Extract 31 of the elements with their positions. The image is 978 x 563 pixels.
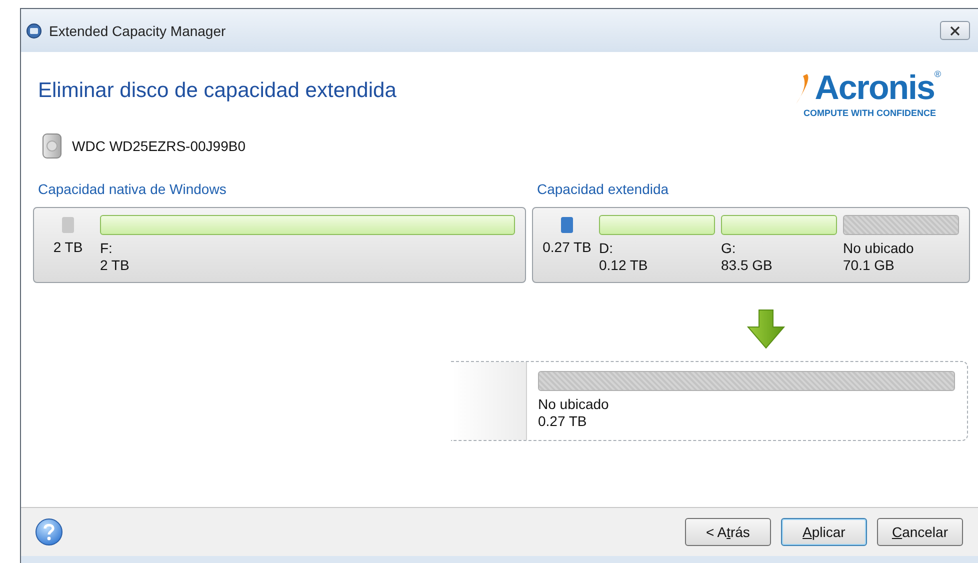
section-title: Capacidad extendida: [537, 181, 670, 197]
partition-size: 0.12 TB: [599, 257, 649, 274]
partition-bar[interactable]: [843, 215, 959, 235]
partition-size: 0.27 TB: [538, 413, 588, 430]
dialog-button[interactable]: Aplicar: [780, 518, 867, 546]
close-button[interactable]: [940, 21, 970, 40]
help-icon[interactable]: [35, 518, 63, 546]
disk-size: 2 TB: [53, 239, 83, 255]
partition-label: No ubicado: [538, 396, 610, 413]
partition-label: F:: [100, 240, 114, 257]
partition-label: No ubicado: [843, 240, 915, 257]
disk-name: WDC WD25EZRS-00J99B0: [72, 138, 246, 154]
page-heading: Eliminar disco de capacidad extendida: [38, 79, 396, 103]
partition-size: 83.5 GB: [721, 257, 774, 274]
partition-bar[interactable]: [538, 371, 955, 391]
partition-bar[interactable]: [599, 215, 715, 235]
dialog-button[interactable]: Cancelar: [876, 518, 963, 546]
partition-label: G:: [721, 240, 737, 257]
partition-label: D:: [599, 240, 614, 257]
partition-size: 70.1 GB: [843, 257, 896, 274]
down-arrow-icon: [746, 309, 786, 349]
partition-size: 2 TB: [100, 257, 130, 274]
dialog-button[interactable]: < Atrás: [684, 518, 771, 546]
partition-bar[interactable]: [100, 215, 515, 235]
section-title: Capacidad nativa de Windows: [38, 181, 228, 197]
partition-bar[interactable]: [721, 215, 837, 235]
logo: Acronis$^{®}$ COMPUTE WITH CONFIDENCE: [792, 54, 940, 118]
app-icon: [26, 22, 42, 38]
window-title: Extended Capacity Manager: [49, 22, 227, 38]
disk-size: 0.27 TB: [542, 239, 592, 255]
close-icon: [949, 26, 961, 36]
